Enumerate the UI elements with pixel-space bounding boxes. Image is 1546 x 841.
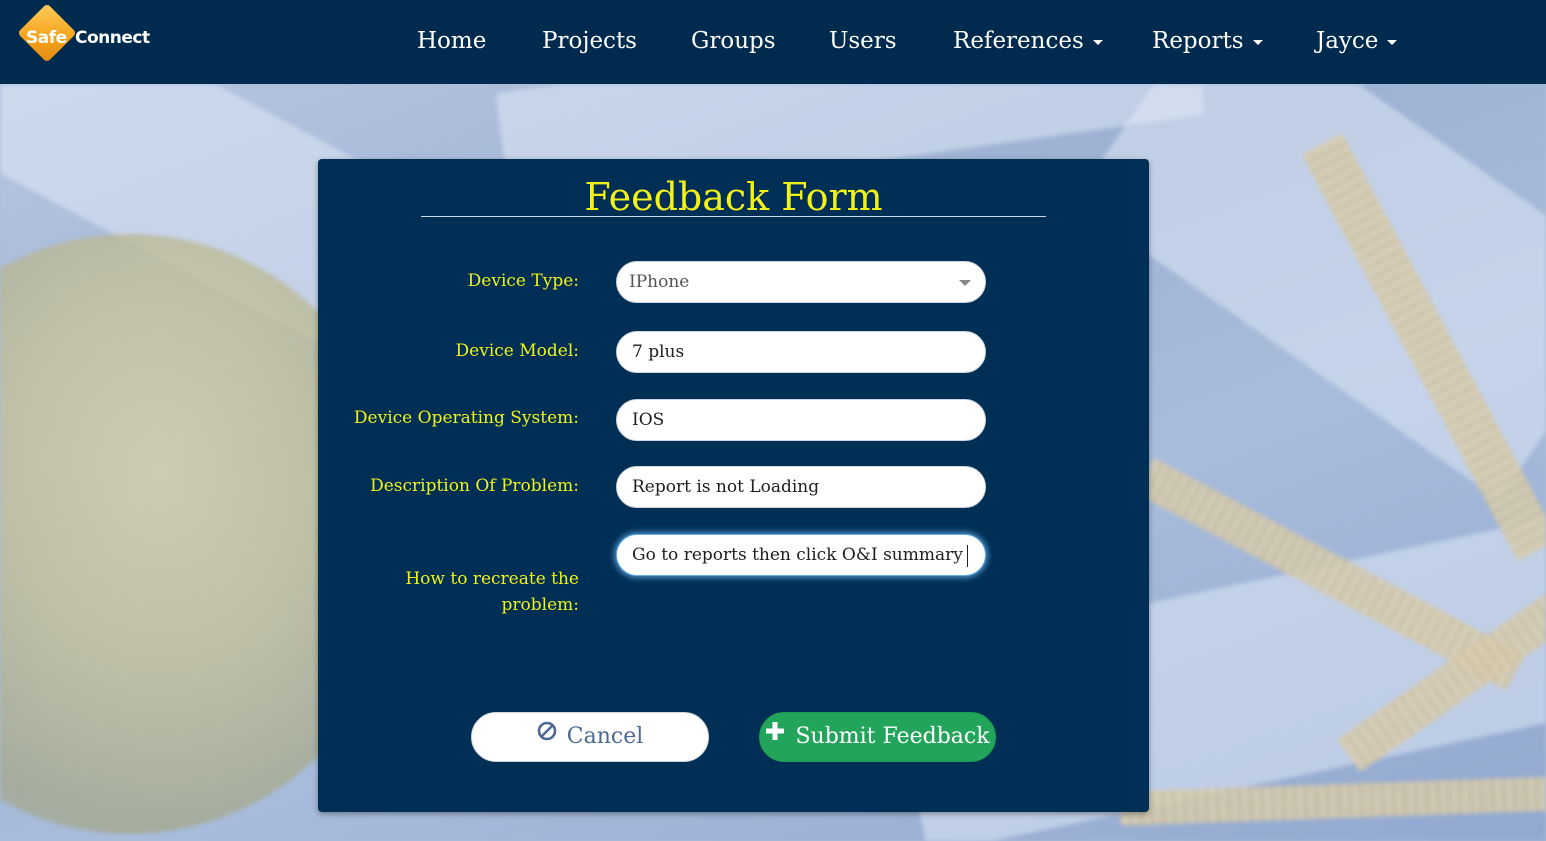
description-label: Description Of Problem: <box>370 476 579 496</box>
device-type-value: IPhone <box>629 272 690 292</box>
caret-down-icon <box>1387 39 1398 45</box>
nav-projects-label: Projects <box>542 28 637 54</box>
nav-home-label: Home <box>417 28 487 54</box>
description-input[interactable]: Report is not Loading <box>616 466 986 508</box>
nav-user-name-label: Jayce <box>1316 28 1379 54</box>
nav-users[interactable]: Users <box>829 24 897 58</box>
device-model-label: Device Model: <box>455 341 579 361</box>
text-cursor <box>966 544 968 567</box>
plus-icon <box>765 711 785 759</box>
cancel-button[interactable]: Cancel <box>471 712 709 762</box>
feedback-form-panel: Feedback Form Device Type: IPhone Device… <box>318 159 1149 812</box>
caret-down-icon <box>1252 39 1263 45</box>
title-divider <box>421 216 1046 217</box>
nav-reports-label: Reports <box>1152 28 1244 54</box>
ban-icon <box>537 711 557 759</box>
submit-button-label: Submit Feedback <box>795 724 990 749</box>
device-model-value: 7 plus <box>632 342 685 362</box>
safeconnect-logo[interactable]: Safe Connect <box>17 3 178 70</box>
logo-text-safe: Safe <box>26 28 67 48</box>
device-os-label: Device Operating System: <box>353 408 579 428</box>
device-os-value: IOS <box>632 410 665 430</box>
form-title: Feedback Form <box>584 175 883 219</box>
nav-groups-label: Groups <box>691 28 776 54</box>
caret-down-icon <box>1092 39 1103 45</box>
top-navbar: Safe Connect Home Projects Groups Users … <box>0 0 1546 84</box>
recreate-steps-input[interactable]: Go to reports then click O&I summary <box>616 534 986 576</box>
nav-references-label: References <box>953 28 1084 54</box>
nav-users-label: Users <box>829 28 897 54</box>
nav-groups[interactable]: Groups <box>691 24 776 58</box>
submit-feedback-button[interactable]: Submit Feedback <box>759 712 996 762</box>
nav-reports-dropdown[interactable]: Reports <box>1152 24 1263 58</box>
chevron-down-icon <box>959 280 971 286</box>
cancel-button-label: Cancel <box>566 724 644 749</box>
nav-references-dropdown[interactable]: References <box>953 24 1103 58</box>
nav-home[interactable]: Home <box>417 24 486 58</box>
device-type-select[interactable]: IPhone <box>616 261 986 303</box>
device-type-label: Device Type: <box>467 271 579 291</box>
nav-user-menu-dropdown[interactable]: Jayce <box>1316 24 1398 58</box>
device-os-input[interactable]: IOS <box>616 399 986 441</box>
logo-text-connect: Connect <box>75 28 150 48</box>
recreate-label-line2: problem: <box>501 595 579 615</box>
recreate-steps-value: Go to reports then click O&I summary <box>632 545 963 565</box>
recreate-label-line1: How to recreate the <box>405 569 579 589</box>
nav-projects[interactable]: Projects <box>542 24 637 58</box>
device-model-input[interactable]: 7 plus <box>616 331 986 373</box>
description-value: Report is not Loading <box>632 477 820 497</box>
